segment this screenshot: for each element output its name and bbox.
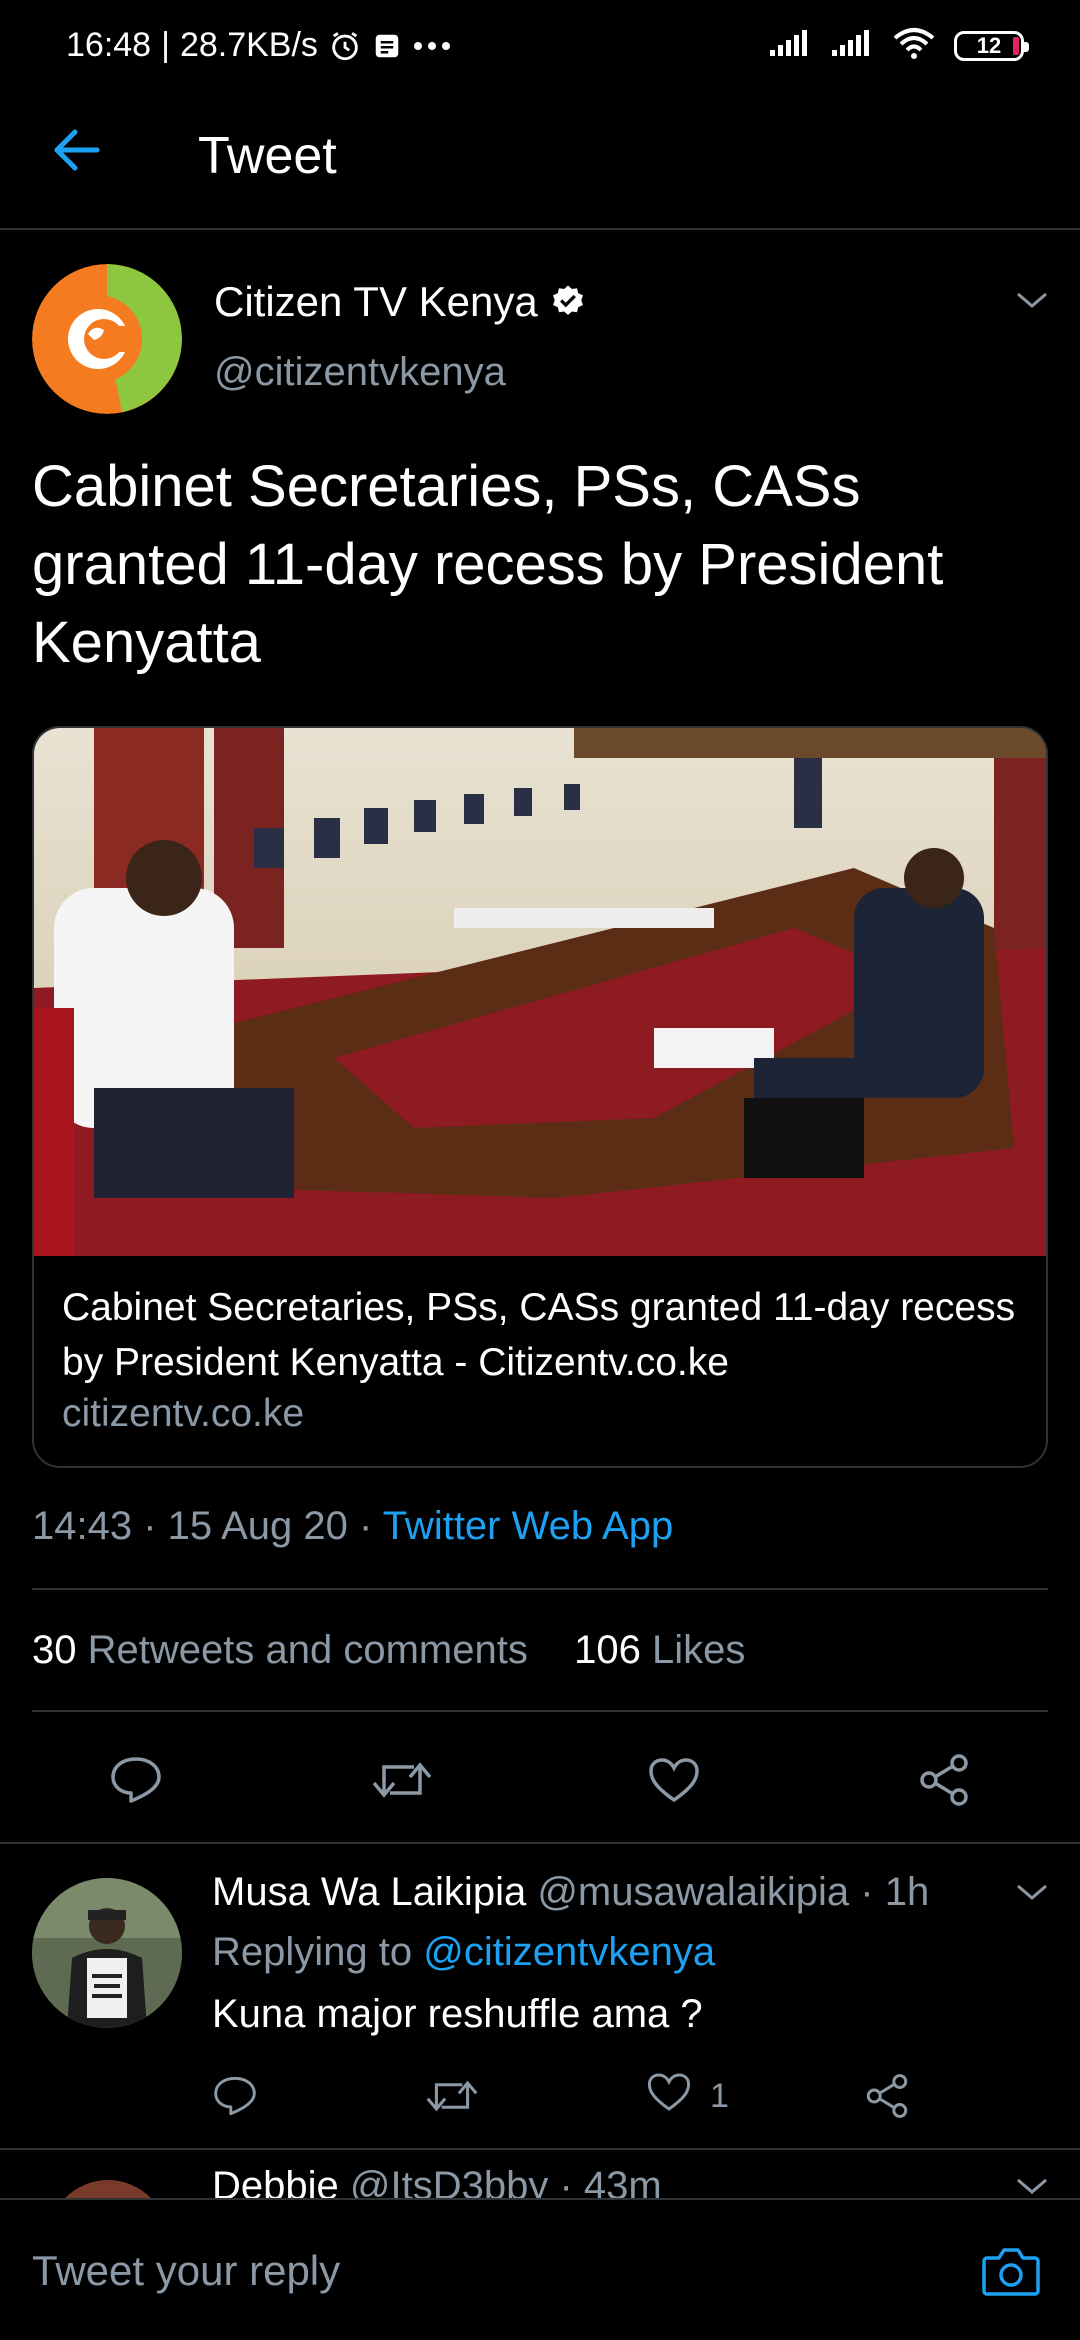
tweet-text: Cabinet Secretaries, PSs, CASs granted 1… (32, 454, 944, 675)
reply-author-name[interactable]: Musa Wa Laikipia (212, 1870, 526, 1914)
retweet-icon[interactable] (372, 1750, 432, 1810)
like-heart-icon[interactable] (644, 1750, 704, 1810)
mention-link[interactable]: @citizentvkenya (423, 1930, 715, 1974)
next-reply-peek[interactable]: Debbie @ItsD3bby · 43m (0, 2150, 1080, 2200)
divider (0, 1842, 1080, 1844)
alarm-icon (328, 29, 362, 63)
page-title: Tweet (198, 127, 337, 185)
reply-text: Kuna major reshuffle ama ? (212, 1992, 703, 2036)
tweet-time: 14:43 (32, 1504, 133, 1548)
top-bar: Tweet (0, 100, 1080, 230)
link-card[interactable]: Cabinet Secretaries, PSs, CASs granted 1… (32, 726, 1048, 1468)
likes-label[interactable]: Likes (652, 1628, 745, 1672)
status-bar: 16:48 | 28.7KB/s 12 (0, 0, 1080, 96)
author-name[interactable]: Citizen TV Kenya (214, 278, 586, 326)
reply-author-handle: @musawalaikipia (537, 1870, 850, 1914)
signal-icon (768, 28, 812, 63)
reply-actions: 1 (0, 2068, 1080, 2124)
chevron-down-icon[interactable] (1014, 1880, 1050, 1909)
camera-icon[interactable] (978, 2238, 1044, 2304)
retweets-label[interactable]: Retweets and comments (88, 1628, 528, 1672)
like-button[interactable]: 1 (646, 2068, 729, 2124)
status-speed: 28.7KB/s (179, 26, 318, 64)
next-reply-header: Debbie @ItsD3bby · 43m (212, 2164, 662, 2200)
battery-icon: 12 (954, 30, 1029, 61)
share-icon[interactable] (914, 1750, 974, 1810)
reply-header: Musa Wa Laikipia @musawalaikipia · 1h (212, 1870, 930, 1914)
status-time: 16:48 (66, 26, 152, 64)
likes-count[interactable]: 106 (574, 1628, 641, 1672)
card-domain: citizentv.co.ke (62, 1392, 305, 1435)
avatar[interactable] (32, 264, 182, 414)
retweets-count[interactable]: 30 (32, 1628, 77, 1672)
share-icon[interactable] (864, 2068, 910, 2124)
battery-level: 12 (976, 32, 1002, 58)
reply-icon[interactable] (212, 2068, 258, 2124)
like-heart-icon (646, 2071, 692, 2122)
wifi-icon (892, 26, 936, 65)
verified-badge-icon (550, 284, 586, 320)
replying-to: Replying to @citizentvkenya (212, 1930, 716, 1974)
avatar[interactable] (32, 1878, 182, 2028)
card-title: Cabinet Secretaries, PSs, CASs granted 1… (62, 1286, 1016, 1384)
chevron-down-icon[interactable] (1014, 288, 1050, 317)
signal-icon (830, 28, 874, 63)
card-image (34, 728, 1046, 1256)
divider (32, 1710, 1048, 1712)
divider (32, 1588, 1048, 1590)
reply-composer (0, 2198, 1080, 2340)
back-arrow-icon[interactable] (46, 120, 106, 180)
reply-icon[interactable] (106, 1750, 166, 1810)
more-dots-icon (412, 40, 452, 52)
reply-input[interactable] (32, 2236, 932, 2306)
retweet-icon[interactable] (426, 2068, 478, 2124)
status-left: 16:48 | 28.7KB/s (66, 26, 452, 65)
tweet-stats: 30 Retweets and comments 106 Likes (32, 1628, 745, 1673)
avatar[interactable] (48, 2180, 168, 2200)
reply-age: 1h (884, 1870, 930, 1914)
tweet-meta: 14:43 · 15 Aug 20 · Twitter Web App (32, 1504, 674, 1548)
tweet-actions (0, 1750, 1080, 1810)
author-handle: @citizentvkenya (214, 350, 506, 394)
chevron-down-icon[interactable] (1014, 2174, 1050, 2200)
like-count: 1 (710, 2076, 729, 2115)
status-right: 12 (768, 26, 1029, 65)
notification-icon (372, 31, 402, 61)
tweet-source-link[interactable]: Twitter Web App (383, 1504, 674, 1548)
tweet-date: 15 Aug 20 (167, 1504, 348, 1548)
